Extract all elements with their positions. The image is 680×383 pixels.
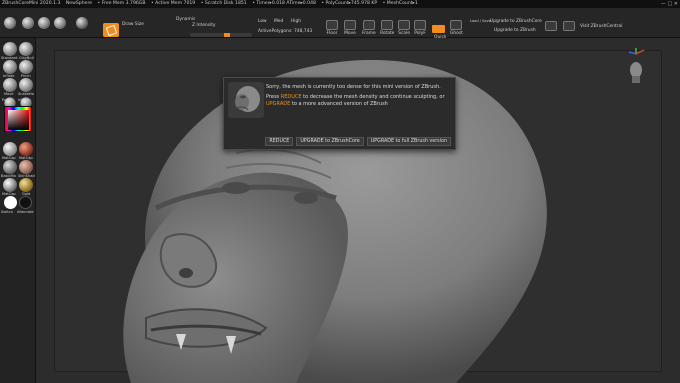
mesh-count: • MeshCount▸1 <box>382 1 418 6</box>
draw-button[interactable] <box>103 23 119 37</box>
material-basic[interactable] <box>3 160 17 174</box>
poly-count: • PolyCount▸745.978 KP <box>321 1 378 6</box>
mesh-too-dense-dialog: Sorry, the mesh is currently too dense f… <box>223 77 456 150</box>
draw-size-label: Draw Size <box>122 22 144 27</box>
frame-button[interactable]: Frame <box>362 20 376 36</box>
brush-label: Move <box>4 92 14 96</box>
color-saturation-field[interactable] <box>8 110 29 130</box>
material-matcap-white[interactable] <box>3 142 17 156</box>
active-mem: • Active Mem 7019 <box>150 1 196 6</box>
brush-pinch[interactable] <box>19 60 33 74</box>
title-bar: ZBrushCoreMini 2020.1.3 NewSphere • Free… <box>0 0 680 8</box>
secondary-color-swatch[interactable] <box>19 196 32 209</box>
polyf-icon <box>414 20 426 30</box>
move-icon <box>344 20 356 30</box>
swatch-label: Alternate <box>17 210 34 214</box>
reduce-button[interactable]: REDUCE <box>265 137 294 146</box>
rotate-button[interactable]: Rotate <box>380 20 394 36</box>
brush-move[interactable] <box>3 78 17 92</box>
scale-icon <box>398 20 410 30</box>
polyf-button[interactable]: PolyF <box>414 20 426 36</box>
brush-inflate[interactable] <box>3 60 17 74</box>
swatch-label: Switch <box>1 210 13 214</box>
dialog-line-3: UPGRADE to a more advanced version of ZB… <box>266 101 388 107</box>
tool-icon[interactable] <box>76 17 88 29</box>
brush-snakehook[interactable] <box>19 78 33 92</box>
ghost-button[interactable]: Ghost <box>450 20 463 36</box>
gallery-icon <box>545 21 557 31</box>
brush-label: Polish <box>2 98 13 102</box>
project-name: NewSphere <box>65 1 93 6</box>
scale-button[interactable]: Scale <box>398 20 410 36</box>
ghost-icon <box>450 20 463 30</box>
floor-button[interactable]: Floor <box>326 20 338 36</box>
active-polygons: ActivePolygons: 748,743 <box>258 29 313 34</box>
low-button[interactable]: Low <box>258 19 267 24</box>
dialog-line-2: Press REDUCE to decrease the mesh densit… <box>266 94 445 100</box>
top-shelf: Draw Size Dynamic Z Intensity Low Med Hi… <box>0 8 680 51</box>
left-sidebar: Standard ClayBuil Inflate Pinch Move Sna… <box>0 38 36 383</box>
quick-icon[interactable] <box>432 25 445 33</box>
gallery-button[interactable] <box>545 21 557 32</box>
load-save-label[interactable]: Load / Save <box>470 19 491 23</box>
stroke-icon[interactable] <box>54 17 66 29</box>
visit-central-link[interactable]: Visit ZBrushCentral <box>580 24 622 29</box>
sphere-tool-icon[interactable] <box>4 17 16 29</box>
upgrade-core-link[interactable]: Upgrade to ZBrushCore <box>490 19 542 24</box>
upgrade-core-button[interactable]: UPGRADE to ZBrushCore <box>296 137 364 146</box>
free-mem: • Free Mem 3.796GB <box>97 1 146 6</box>
brush-claybuild[interactable] <box>19 42 33 56</box>
brush-label: hPolish <box>18 98 31 102</box>
upgrade-full-button[interactable]: UPGRADE to full ZBrush version <box>366 137 451 146</box>
navigation-gizmo[interactable] <box>626 48 646 84</box>
rotate-icon <box>381 20 394 30</box>
material-matcap-red[interactable] <box>19 142 33 156</box>
floor-icon <box>326 20 338 30</box>
scratch-disk: • Scratch Disk 1851 <box>200 1 247 6</box>
main-color-swatch[interactable] <box>4 196 17 209</box>
timer: • Timer▸0.018 ATime▸0.048 <box>252 1 316 6</box>
med-button[interactable]: Med <box>274 19 283 24</box>
dialog-message: Sorry, the mesh is currently too dense f… <box>266 84 445 108</box>
upgrade-zbrush-link[interactable]: Upgrade to ZBrush <box>494 28 536 33</box>
dialog-line-1: Sorry, the mesh is currently too dense f… <box>266 84 441 90</box>
app-title: ZBrushCoreMini 2020.1.3 <box>2 1 61 6</box>
dynamic-label[interactable]: Dynamic <box>176 17 195 22</box>
dialog-head-icon <box>228 82 264 118</box>
move-button[interactable]: Move <box>344 20 356 36</box>
globe-icon <box>563 21 575 31</box>
brush-standard[interactable] <box>3 42 17 56</box>
color-picker[interactable] <box>4 106 32 132</box>
material-icon[interactable] <box>38 17 50 29</box>
material-skinshade[interactable] <box>19 160 33 174</box>
material-matcap-gray[interactable] <box>3 178 17 192</box>
high-button[interactable]: High <box>291 19 301 24</box>
z-intensity-label: Z Intensity <box>192 23 216 28</box>
window-controls[interactable]: — □ ✕ <box>661 0 678 8</box>
brush-icon[interactable] <box>22 17 34 29</box>
material-gold[interactable] <box>19 178 33 192</box>
z-intensity-slider[interactable] <box>190 33 252 37</box>
brush-label: SnakeHo <box>18 92 34 96</box>
frame-icon <box>362 20 375 30</box>
central-button[interactable] <box>563 21 575 32</box>
